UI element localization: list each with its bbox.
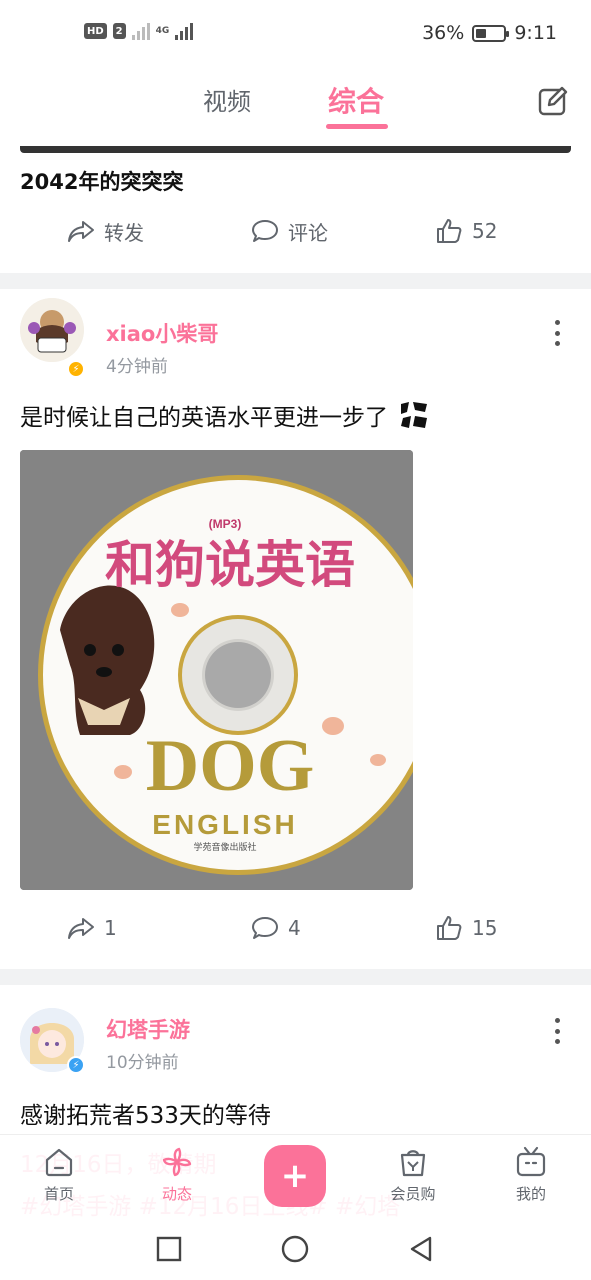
avatar[interactable] bbox=[20, 298, 84, 362]
tab-general[interactable]: 综合 bbox=[328, 80, 384, 120]
post-time: 10分钟前 bbox=[106, 1053, 179, 1073]
divider bbox=[0, 273, 591, 289]
post-actions: 1 4 15 bbox=[0, 913, 591, 953]
tab-indicator bbox=[326, 124, 388, 129]
like-button[interactable]: 15 bbox=[434, 913, 497, 943]
nav-home[interactable]: 首页 bbox=[24, 1145, 94, 1204]
recents-icon[interactable] bbox=[154, 1234, 184, 1264]
thumbs-up-icon bbox=[437, 916, 462, 940]
comment-label: 评论 bbox=[288, 220, 328, 245]
comment-button[interactable]: 4 bbox=[250, 913, 301, 943]
cd-title: 和狗说英语 bbox=[105, 536, 355, 594]
more-options-icon[interactable] bbox=[553, 1018, 561, 1044]
repost-count: 1 bbox=[104, 916, 117, 940]
back-icon[interactable] bbox=[406, 1234, 436, 1264]
network-type-label: 4G bbox=[155, 26, 170, 36]
home-circle-icon[interactable] bbox=[280, 1234, 310, 1264]
repost-button[interactable]: 1 bbox=[66, 913, 117, 943]
cd-english-text: ENGLISH bbox=[152, 809, 297, 840]
bottom-navigation: 12月16日，敬请期 #幻塔手游 #12月16日上线# #幻塔 首页 动态 + … bbox=[0, 1134, 591, 1220]
nav-mine-label: 我的 bbox=[515, 1185, 546, 1203]
share-icon bbox=[68, 918, 94, 939]
post-image[interactable]: (MP3) 和狗说英语 DOG ENGLISH 学苑音像出版社 bbox=[20, 450, 413, 890]
divider bbox=[0, 969, 591, 985]
like-button[interactable]: 52 bbox=[434, 216, 497, 246]
nav-vip-shop-label: 会员购 bbox=[390, 1185, 436, 1203]
sim-icon: 2 bbox=[112, 23, 126, 39]
clock: 9:11 bbox=[514, 22, 557, 44]
home-icon bbox=[45, 1148, 73, 1177]
post-create-button[interactable]: + bbox=[264, 1145, 326, 1207]
comment-count: 4 bbox=[288, 916, 301, 940]
repost-label: 转发 bbox=[104, 220, 144, 245]
repost-button[interactable]: 转发 bbox=[66, 216, 144, 246]
status-bar: HD 2 4G 36% 9:11 bbox=[0, 0, 591, 70]
shopping-bag-icon bbox=[400, 1150, 426, 1177]
cd-dog-text: DOG bbox=[146, 725, 315, 807]
cd-publisher: 学苑音像出版社 bbox=[193, 841, 256, 853]
plus-icon: + bbox=[280, 1156, 310, 1196]
nav-dynamic[interactable]: 动态 bbox=[142, 1145, 212, 1204]
comment-icon bbox=[252, 917, 278, 939]
thumbs-up-icon bbox=[437, 219, 462, 243]
avatar-art bbox=[20, 298, 84, 362]
post-time: 4分钟前 bbox=[106, 357, 168, 377]
signal-icon-2 bbox=[175, 22, 194, 40]
like-count: 52 bbox=[472, 219, 498, 243]
signal-icon bbox=[131, 22, 150, 40]
like-count: 15 bbox=[472, 916, 498, 940]
share-icon bbox=[68, 221, 94, 242]
verified-badge-icon: ⚡ bbox=[67, 360, 85, 378]
more-options-icon[interactable] bbox=[553, 320, 561, 346]
post-actions: 转发 评论 52 bbox=[0, 216, 591, 256]
nav-dynamic-label: 动态 bbox=[161, 1185, 192, 1203]
username[interactable]: 幻塔手游 bbox=[106, 1014, 190, 1044]
top-tabs: 视频 综合 bbox=[0, 70, 591, 140]
nav-mine[interactable]: 我的 bbox=[496, 1145, 566, 1204]
cd-tag: (MP3) bbox=[209, 517, 242, 531]
hd-icon: HD bbox=[84, 23, 107, 39]
system-navigation bbox=[0, 1220, 591, 1280]
tv-icon bbox=[516, 1146, 546, 1177]
nav-vip-shop[interactable]: 会员购 bbox=[378, 1145, 448, 1204]
verified-badge-icon: ⚡ bbox=[67, 1056, 85, 1074]
battery-icon bbox=[472, 24, 510, 42]
post-image-clipped[interactable] bbox=[20, 146, 571, 153]
edit-icon[interactable] bbox=[537, 85, 569, 117]
nav-home-label: 首页 bbox=[43, 1185, 74, 1203]
comment-button[interactable]: 评论 bbox=[250, 216, 328, 246]
tab-video[interactable]: 视频 bbox=[203, 82, 251, 117]
pinwheel-icon bbox=[162, 1147, 192, 1177]
emoji-sticker-icon bbox=[398, 399, 431, 431]
post-text[interactable]: 感谢拓荒者533天的等待 bbox=[20, 1096, 271, 1130]
post-text-content: 是时候让自己的英语水平更进一步了 bbox=[20, 405, 388, 431]
battery-level bbox=[476, 28, 486, 38]
post-text[interactable]: 是时候让自己的英语水平更进一步了 bbox=[20, 398, 431, 432]
username[interactable]: xiao小柴哥 bbox=[106, 318, 218, 348]
comment-icon bbox=[252, 220, 278, 242]
cd-image-art: (MP3) 和狗说英语 DOG ENGLISH 学苑音像出版社 bbox=[20, 450, 413, 890]
post-title[interactable]: 2042年的突突突 bbox=[20, 166, 183, 196]
battery-percent: 36% bbox=[422, 22, 465, 44]
